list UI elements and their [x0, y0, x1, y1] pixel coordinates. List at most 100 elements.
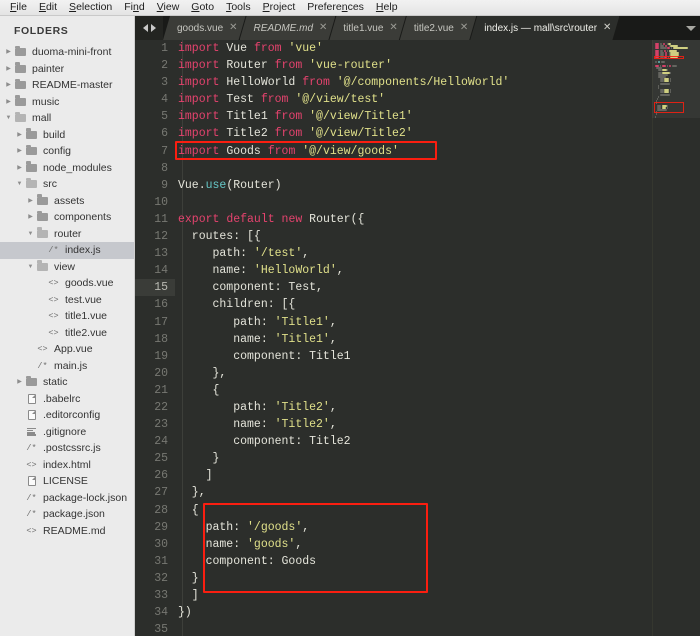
tab-close-icon[interactable]: ✕ — [319, 23, 327, 33]
tree-item-node-modules[interactable]: ▶ node_modules — [0, 160, 134, 177]
tree-item-build[interactable]: ▶ build — [0, 127, 134, 144]
code-line[interactable]: component: Title1 — [175, 348, 700, 365]
tree-item-license[interactable]: LICENSE — [0, 473, 134, 490]
tree-item--postcssrc-js[interactable]: /* .postcssrc.js — [0, 440, 134, 457]
tree-item-title1-vue[interactable]: <> title1.vue — [0, 308, 134, 325]
code-line[interactable]: { — [175, 502, 700, 519]
code-line[interactable]: name: 'goods', — [175, 536, 700, 553]
tree-item-music[interactable]: ▶ music — [0, 94, 134, 111]
code-line[interactable]: children: [{ — [175, 296, 700, 313]
tree-item--editorconfig[interactable]: .editorconfig — [0, 407, 134, 424]
twisty-collapsed-icon[interactable]: ▶ — [15, 160, 24, 176]
tree-item-router[interactable]: ▼ router — [0, 226, 134, 243]
twisty-collapsed-icon[interactable]: ▶ — [26, 209, 35, 225]
menu-item-preferences[interactable]: Preferences — [301, 0, 370, 15]
tree-item-main-js[interactable]: /* main.js — [0, 358, 134, 375]
tree-item-components[interactable]: ▶ components — [0, 209, 134, 226]
sidebar-file-tree[interactable]: FOLDERS ▶ duoma-mini-front ▶ painter ▶ README… — [0, 16, 135, 636]
tab-next-arrow-icon[interactable] — [150, 24, 156, 32]
twisty-expanded-icon[interactable]: ▼ — [15, 176, 24, 192]
twisty-expanded-icon[interactable]: ▼ — [26, 259, 35, 275]
code-line[interactable]: ] — [175, 467, 700, 484]
tree-item-package-lock-json[interactable]: /* package-lock.json — [0, 490, 134, 507]
tree-item-painter[interactable]: ▶ painter — [0, 61, 134, 78]
twisty-collapsed-icon[interactable]: ▶ — [26, 193, 35, 209]
menu-item-selection[interactable]: Selection — [63, 0, 118, 15]
code-line[interactable]: import Title1 from '@/view/Title1' — [175, 108, 700, 125]
code-line[interactable]: import Goods from '@/view/goods' — [175, 143, 700, 160]
tree-item-config[interactable]: ▶ config — [0, 143, 134, 160]
tab-title1-vue[interactable]: title1.vue ✕ — [329, 16, 405, 40]
editor-tab-bar[interactable]: goods.vue ✕ README.md ✕ title1.vue ✕ title2.vu… — [135, 16, 700, 40]
code-line[interactable]: }, — [175, 484, 700, 501]
twisty-collapsed-icon[interactable]: ▶ — [15, 143, 24, 159]
tree-item--babelrc[interactable]: .babelrc — [0, 391, 134, 408]
code-line[interactable]: export default new Router({ — [175, 211, 700, 228]
tab-list[interactable]: goods.vue ✕ README.md ✕ title1.vue ✕ title2.vu… — [163, 16, 613, 40]
menu-item-find[interactable]: Find — [118, 0, 150, 15]
code-editor[interactable]: 1 2 3 4 5 6 7 8 9 10 11 12 13 14 15 16 17 18 19 20 21 22 23 24 2… — [135, 40, 700, 636]
twisty-collapsed-icon[interactable]: ▶ — [15, 374, 24, 390]
twisty-collapsed-icon[interactable]: ▶ — [15, 127, 24, 143]
tree-item-duoma-mini-front[interactable]: ▶ duoma-mini-front — [0, 44, 134, 61]
folder-tree-list[interactable]: ▶ duoma-mini-front ▶ painter ▶ README-master ▶… — [0, 44, 134, 539]
menu-item-file[interactable]: File — [4, 0, 33, 15]
minimap[interactable] — [652, 40, 700, 636]
code-line[interactable]: import Router from 'vue-router' — [175, 57, 700, 74]
tree-item-assets[interactable]: ▶ assets — [0, 193, 134, 210]
tab-index-js[interactable]: index.js — mall\src\router ✕ — [470, 16, 619, 40]
code-line[interactable]: component: Test, — [175, 279, 700, 296]
code-line[interactable]: } — [175, 450, 700, 467]
code-line[interactable]: } — [175, 570, 700, 587]
code-line[interactable]: name: 'Title1', — [175, 331, 700, 348]
tab-close-icon[interactable]: ✕ — [603, 23, 611, 33]
tree-item-app-vue[interactable]: <> App.vue — [0, 341, 134, 358]
tab-title2-vue[interactable]: title2.vue ✕ — [400, 16, 476, 40]
code-line[interactable]: component: Goods — [175, 553, 700, 570]
menu-item-goto[interactable]: Goto — [185, 0, 220, 15]
code-line[interactable]: path: 'Title1', — [175, 314, 700, 331]
tree-item-index-js[interactable]: /* index.js — [0, 242, 134, 259]
tab-overflow-menu-button[interactable] — [682, 16, 700, 40]
tree-item--gitignore[interactable]: .gitignore — [0, 424, 134, 441]
tree-item-index-html[interactable]: <> index.html — [0, 457, 134, 474]
tab-readme-md[interactable]: README.md ✕ — [240, 16, 336, 40]
menu-item-tools[interactable]: Tools — [220, 0, 257, 15]
menu-item-project[interactable]: Project — [257, 0, 302, 15]
tree-item-view[interactable]: ▼ view — [0, 259, 134, 276]
code-line[interactable]: Vue.use(Router) — [175, 177, 700, 194]
code-line[interactable]: component: Title2 — [175, 433, 700, 450]
tab-prev-arrow-icon[interactable] — [142, 24, 148, 32]
twisty-expanded-icon[interactable]: ▼ — [26, 226, 35, 242]
twisty-collapsed-icon[interactable]: ▶ — [4, 44, 13, 60]
code-line[interactable]: }, — [175, 365, 700, 382]
code-line[interactable]: import Test from '@/view/test' — [175, 91, 700, 108]
code-line[interactable] — [175, 160, 700, 177]
tree-item-package-json[interactable]: /* package.json — [0, 506, 134, 523]
code-line[interactable]: name: 'Title2', — [175, 416, 700, 433]
tree-item-goods-vue[interactable]: <> goods.vue — [0, 275, 134, 292]
tree-item-readme-master[interactable]: ▶ README-master — [0, 77, 134, 94]
tree-item-test-vue[interactable]: <> test.vue — [0, 292, 134, 309]
code-line[interactable]: name: 'HelloWorld', — [175, 262, 700, 279]
menu-item-view[interactable]: View — [151, 0, 186, 15]
code-line[interactable]: routes: [{ — [175, 228, 700, 245]
code-line[interactable] — [175, 194, 700, 211]
code-line[interactable]: import Title2 from '@/view/Title2' — [175, 125, 700, 142]
tree-item-static[interactable]: ▶ static — [0, 374, 134, 391]
menu-item-edit[interactable]: Edit — [33, 0, 63, 15]
twisty-collapsed-icon[interactable]: ▶ — [4, 61, 13, 77]
tree-item-src[interactable]: ▼ src — [0, 176, 134, 193]
code-line[interactable] — [175, 621, 700, 636]
code-line[interactable]: { — [175, 382, 700, 399]
tree-item-readme-md[interactable]: <> README.md — [0, 523, 134, 540]
twisty-expanded-icon[interactable]: ▼ — [4, 110, 13, 126]
code-line[interactable]: }) — [175, 604, 700, 621]
tab-scroll-controls[interactable] — [135, 16, 163, 40]
code-line[interactable]: path: 'Title2', — [175, 399, 700, 416]
code-line[interactable]: import Vue from 'vue' — [175, 40, 700, 57]
tab-close-icon[interactable]: ✕ — [460, 23, 468, 33]
code-line[interactable]: path: '/test', — [175, 245, 700, 262]
tab-close-icon[interactable]: ✕ — [389, 23, 397, 33]
tab-goods-vue[interactable]: goods.vue ✕ — [163, 16, 246, 40]
